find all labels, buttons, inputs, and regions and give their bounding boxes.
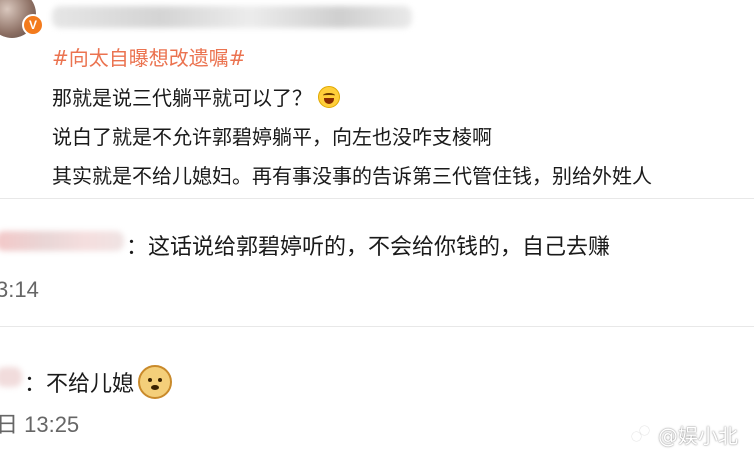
comment-post: V #向太自曝想改遗嘱# 那就是说三代躺平就可以了？ 说白了就是不允许郭碧婷躺平… [0,0,754,194]
reply-timestamp: 3:14 [0,277,39,302]
reply-text-row: ：不给儿媳 [24,365,173,399]
blurred-username[interactable] [52,6,412,28]
verified-badge-icon: V [22,14,44,36]
weibo-logo-icon [632,424,654,446]
blurred-reply-username[interactable] [0,367,22,387]
post-line-2: 说白了就是不允许郭碧婷躺平，向左也没咋支棱啊 [52,125,492,149]
blurred-reply-username[interactable] [0,231,124,251]
watermark-text: @娱小北 [658,424,738,448]
laughing-emoji-icon [318,86,340,108]
reply-timestamp: 日 13:25 [0,412,80,437]
hashtag-link[interactable]: #向太自曝想改遗嘱# [52,42,246,71]
watermark: @娱小北 [632,420,738,449]
reply-text: ：这话说给郭碧婷听的，不会给你钱的，自己去赚 [126,235,611,260]
reply-item: ：这话说给郭碧婷听的，不会给你钱的，自己去赚 3:14 [0,199,754,326]
post-line-1-text: 那就是说三代躺平就可以了？ [52,86,312,110]
post-line-3: 其实就是不给儿媳妇。再有事没事的告诉第三代管住钱，别给外姓人 [52,164,652,188]
doge-emoji-icon [138,365,173,399]
post-line-1: 那就是说三代躺平就可以了？ [52,82,340,111]
reply-text: ：不给儿媳 [24,372,135,397]
